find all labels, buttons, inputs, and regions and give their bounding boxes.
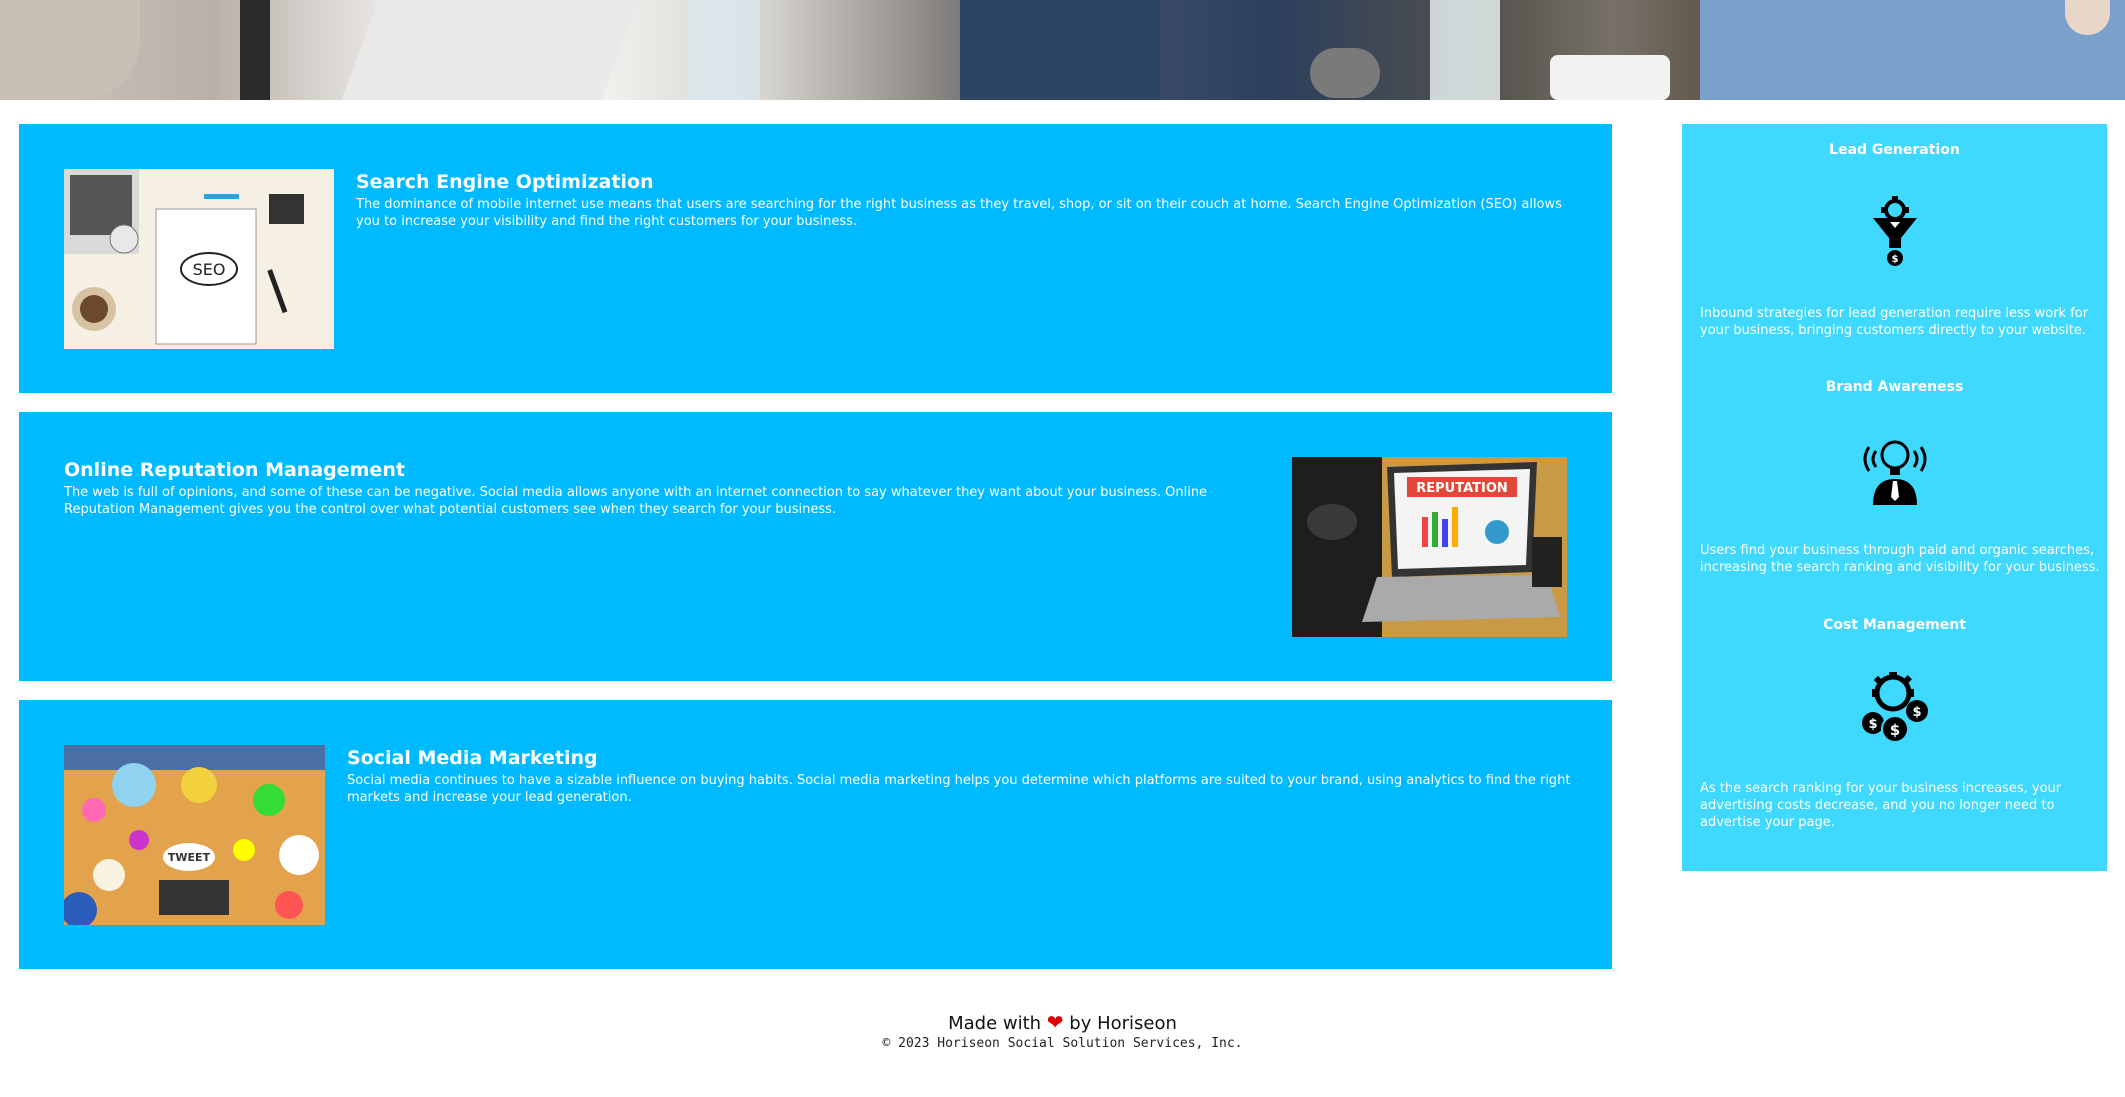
lightbulb-person-icon (1859, 433, 1931, 505)
social-image-label: TWEET (168, 851, 211, 864)
benefit-description: Users find your business through paid an… (1700, 543, 2100, 575)
service-description: The web is full of opinions, and some of… (64, 485, 1208, 517)
svg-text:$: $ (1868, 717, 1877, 732)
made-with-suffix: by Horiseon (1069, 1013, 1177, 1034)
benefit-title: Brand Awareness (1825, 379, 1964, 395)
service-card-seo: SEO Search Engine Optimization The domin… (19, 124, 1612, 393)
benefits-sidebar: Lead Generation $ Inbound strategies for… (1682, 124, 2107, 871)
copyright-text: © 2023 Horiseon Social Solution Services… (882, 1036, 1243, 1051)
gear-coins-icon: $ $ $ (1859, 671, 1931, 743)
svg-text:$: $ (1892, 254, 1899, 265)
service-title: Social Media Marketing (347, 747, 598, 769)
page-footer: Made with ❤ by Horiseon © 2023 Horiseon … (0, 1010, 2125, 1051)
benefit-description: As the search ranking for your business … (1700, 781, 2062, 830)
lead-funnel-icon: $ (1859, 196, 1931, 268)
service-title: Search Engine Optimization (356, 171, 654, 193)
benefit-title: Lead Generation (1829, 142, 1960, 158)
service-description: The dominance of mobile internet use mea… (356, 197, 1562, 229)
svg-text:$: $ (1912, 705, 1921, 720)
hero-banner-image (0, 0, 2125, 100)
made-with-prefix: Made with (948, 1013, 1042, 1034)
seo-image-label: SEO (193, 260, 226, 279)
svg-text:$: $ (1890, 721, 1900, 739)
benefit-title: Cost Management (1823, 617, 1966, 633)
service-card-social: TWEET Social Media Marketing Social medi… (19, 700, 1612, 969)
service-description: Social media continues to have a sizable… (347, 773, 1571, 805)
service-card-reputation: Online Reputation Management The web is … (19, 412, 1612, 681)
made-with-line: Made with ❤ by Horiseon (0, 1010, 2125, 1034)
social-media-image: TWEET (64, 745, 325, 925)
seo-image: SEO (64, 169, 334, 349)
heart-icon: ❤ (1046, 1010, 1064, 1034)
reputation-image: REPUTATION (1292, 457, 1567, 637)
service-title: Online Reputation Management (64, 459, 405, 481)
benefit-description: Inbound strategies for lead generation r… (1700, 306, 2089, 338)
reputation-image-label: REPUTATION (1416, 481, 1508, 496)
